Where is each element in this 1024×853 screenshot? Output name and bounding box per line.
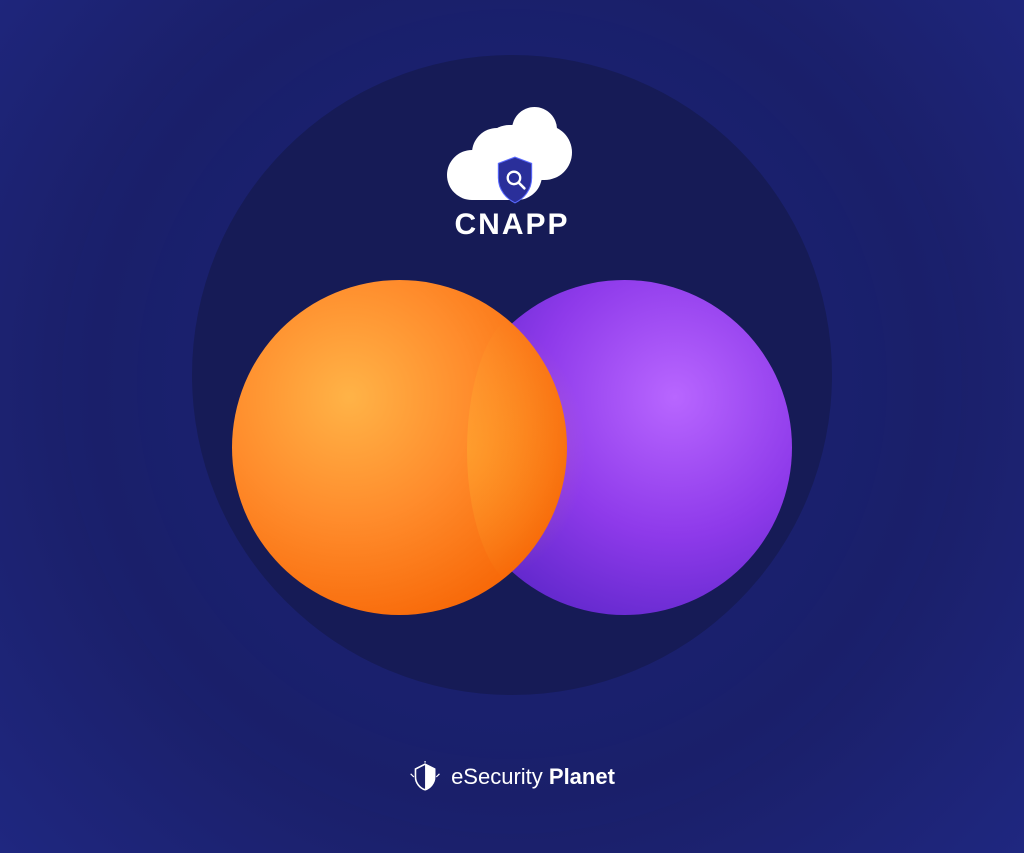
footer-text: eSecurity Planet xyxy=(451,764,615,790)
cnapp-header: CNAPP xyxy=(447,125,577,242)
venn-diagram: APPLICATION CLOUD xyxy=(232,280,792,620)
esecurity-logo-icon xyxy=(409,761,441,793)
cnapp-container-circle: CNAPP APPLICATION CLOUD xyxy=(192,55,832,695)
brand-bold: Planet xyxy=(549,764,615,789)
cnapp-title: CNAPP xyxy=(447,208,577,242)
cloud-shield-icon xyxy=(447,125,577,200)
footer-brand: eSecurity Planet xyxy=(409,761,615,793)
venn-application-circle xyxy=(232,280,567,615)
brand-light: eSecurity xyxy=(451,764,549,789)
